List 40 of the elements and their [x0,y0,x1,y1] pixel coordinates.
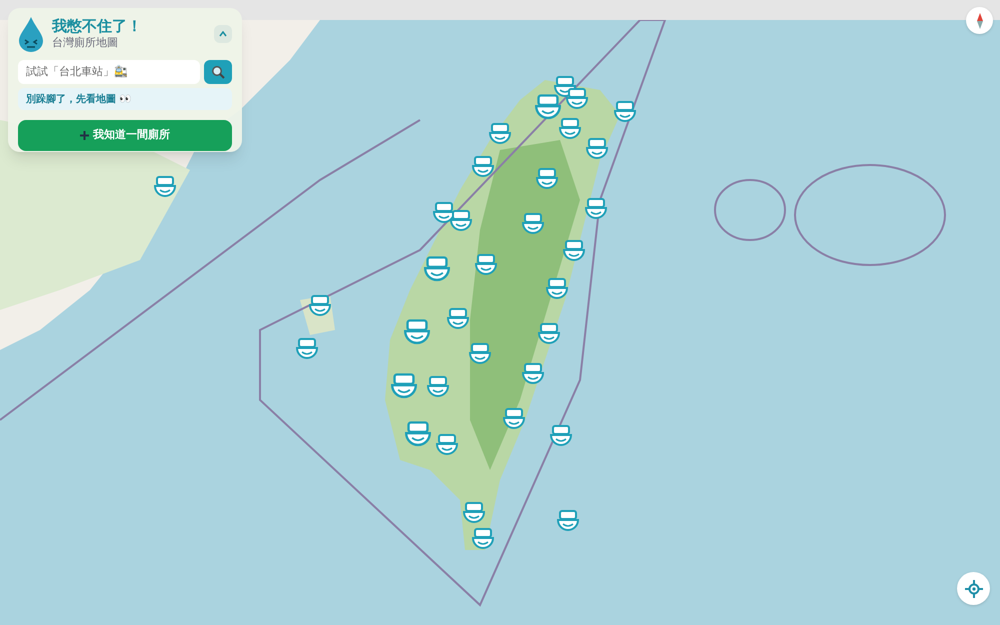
toilet-marker-icon[interactable] [154,176,176,200]
search-icon [211,65,225,79]
toilet-marker-icon[interactable] [469,343,491,367]
crosshair-icon [964,580,982,598]
toilet-marker-icon[interactable] [447,308,469,332]
add-toilet-button[interactable]: 我知道一間廁所 [18,120,232,151]
toilet-marker-icon[interactable] [472,156,494,180]
water-drop-icon [18,16,44,52]
app-title: 我憋不住了！ [52,18,143,36]
toilet-marker-icon[interactable] [566,88,588,112]
plus-icon [80,131,89,140]
toilet-marker-icon[interactable] [489,123,511,147]
toilet-marker-icon[interactable] [427,376,449,400]
collapse-button[interactable] [214,25,232,43]
toilet-marker-icon[interactable] [472,528,494,552]
toilet-marker-icon[interactable] [586,138,608,162]
toilet-marker-icon[interactable] [309,295,331,319]
toilet-marker-icon[interactable] [463,502,485,526]
toilet-marker-icon[interactable] [536,168,558,192]
toilet-marker-icon[interactable] [503,408,525,432]
toilet-marker-icon[interactable] [522,213,544,237]
toilet-marker-icon[interactable] [550,425,572,449]
toilet-marker-icon[interactable] [546,278,568,302]
toilet-marker-icon[interactable] [557,510,579,534]
toilet-marker-icon[interactable] [559,118,581,142]
toilet-marker-icon[interactable] [450,210,472,234]
toilet-marker-icon[interactable] [522,363,544,387]
chevron-icon [219,31,227,37]
toilet-marker-icon[interactable] [475,254,497,278]
toilet-marker-icon[interactable] [614,101,636,125]
toilet-marker-icon[interactable] [563,240,585,264]
search-button[interactable] [204,60,232,84]
app-subtitle: 台灣廁所地圖 [52,36,119,50]
toilet-marker-icon[interactable] [538,323,560,347]
toilet-marker-icon[interactable] [585,198,607,222]
compass-icon [976,12,984,28]
toilet-marker-icon[interactable] [436,434,458,458]
search-field[interactable]: 試試「台北車站」🚉 [18,60,200,84]
toilet-marker-icon[interactable] [296,338,318,362]
hint-text: 別跺腳了，先看地圖 👀 [18,88,232,110]
